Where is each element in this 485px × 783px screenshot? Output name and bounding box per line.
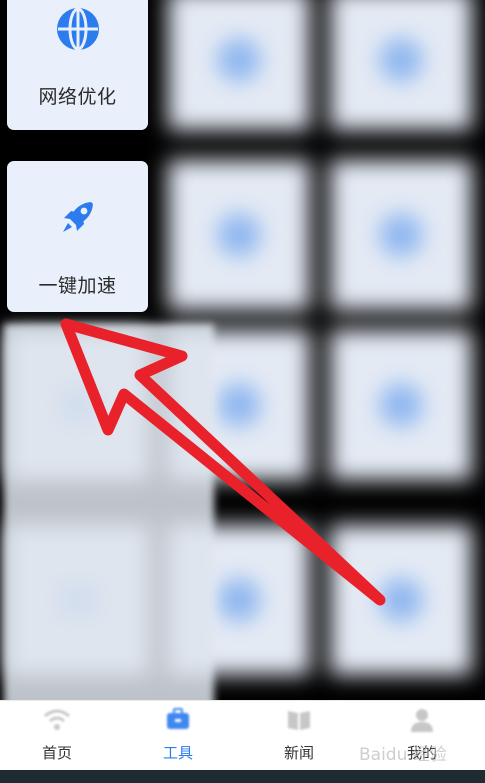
- baidu-watermark: Baidu 经验: [359, 736, 463, 770]
- rocket-icon: [58, 197, 98, 241]
- user-icon: [408, 707, 436, 737]
- newspaper-icon: [285, 707, 313, 737]
- wifi-icon: [43, 707, 71, 737]
- tab-label: 新闻: [283, 744, 314, 762]
- system-bottom-strip: [0, 770, 485, 783]
- phone-screen: 网络优化 一键加速 首页 工具 新闻 我的 Baidu 经验: [0, 0, 485, 783]
- tab-label: 首页: [41, 744, 72, 762]
- tab-label: 工具: [162, 744, 193, 762]
- tab-news[interactable]: 新闻: [239, 701, 359, 771]
- toolbox-icon: [164, 707, 192, 737]
- globe-icon: [55, 6, 101, 56]
- tool-label: 一键加速: [38, 275, 117, 297]
- tool-label: 网络优化: [38, 86, 117, 108]
- tool-one-key-boost[interactable]: 一键加速: [7, 161, 148, 312]
- tab-home[interactable]: 首页: [0, 701, 117, 771]
- tab-tools[interactable]: 工具: [118, 701, 238, 771]
- watermark-text: Baidu 经验: [359, 745, 447, 765]
- tool-network-optimize[interactable]: 网络优化: [7, 0, 148, 130]
- blurred-patch: [4, 324, 214, 714]
